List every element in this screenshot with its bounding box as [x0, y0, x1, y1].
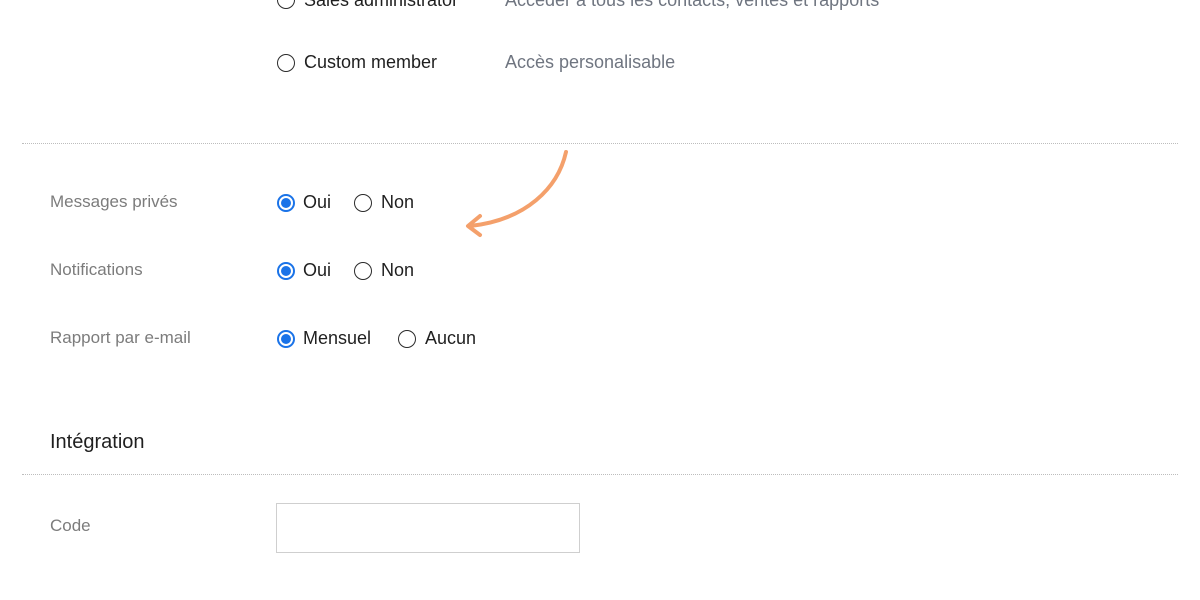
role-label-custom-member: Custom member: [304, 52, 438, 72]
role-label-sales-administrator: Sales administrator: [304, 0, 459, 10]
notifications-label: Notifications: [50, 260, 143, 279]
curved-arrow-icon: [466, 150, 568, 237]
integration-divider: [22, 474, 1178, 475]
private-messages-label-no: Non: [381, 192, 415, 212]
notifications-radio-yes[interactable]: [277, 262, 295, 280]
code-label: Code: [50, 516, 91, 535]
code-input[interactable]: [276, 503, 580, 553]
email-report-radio-none[interactable]: [398, 330, 416, 348]
email-report-radio-monthly[interactable]: [277, 330, 295, 348]
integration-section-title: Intégration: [50, 431, 145, 453]
notifications-radio-no[interactable]: [354, 262, 372, 280]
email-report-label-monthly: Mensuel: [303, 328, 372, 348]
notifications-label-no: Non: [381, 260, 415, 280]
private-messages-label-yes: Oui: [303, 192, 332, 212]
role-description-custom-member: Accès personalisable: [505, 52, 676, 72]
email-report-label: Rapport par e-mail: [50, 328, 191, 347]
private-messages-radio-no[interactable]: [354, 194, 372, 212]
role-description-sales-administrator: Accéder à tous les contacts, ventes et r…: [505, 0, 880, 10]
email-report-label-none: Aucun: [425, 328, 477, 348]
private-messages-radio-yes[interactable]: [277, 194, 295, 212]
role-radio-custom-member[interactable]: [277, 54, 295, 72]
section-divider: [22, 143, 1178, 144]
settings-page: Sales administrator Accéder à tous les c…: [0, 0, 1200, 600]
private-messages-label: Messages privés: [50, 192, 178, 211]
notifications-label-yes: Oui: [303, 260, 332, 280]
role-radio-sales-administrator[interactable]: [277, 0, 295, 9]
